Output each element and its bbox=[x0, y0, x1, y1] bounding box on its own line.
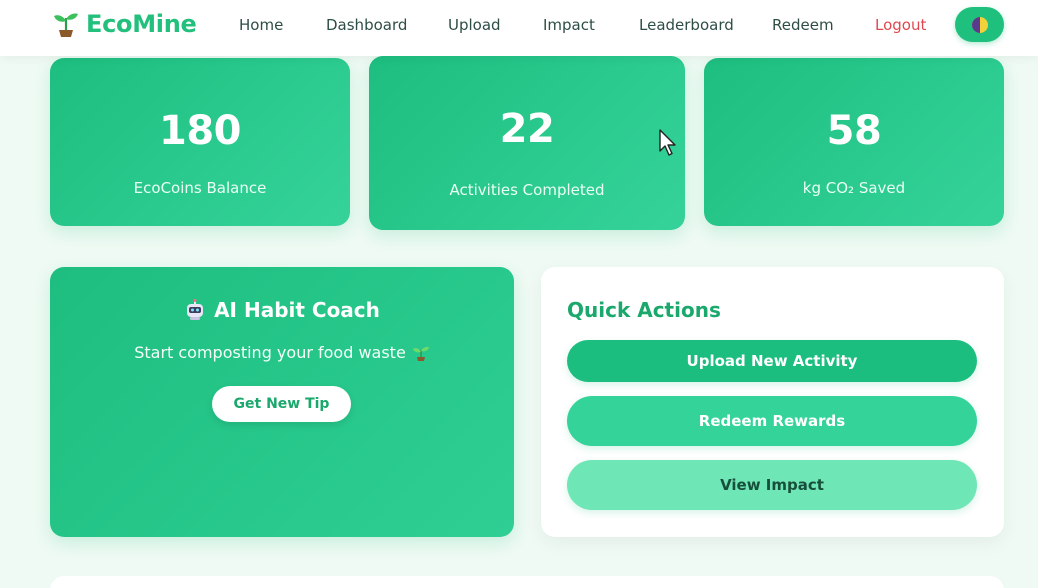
coach-title-text: AI Habit Coach bbox=[214, 298, 380, 322]
redeem-rewards-button[interactable]: Redeem Rewards bbox=[567, 396, 977, 446]
get-new-tip-button[interactable]: Get New Tip bbox=[212, 386, 351, 422]
quick-actions-title: Quick Actions bbox=[567, 298, 721, 322]
ai-habit-coach-card: AI Habit Coach Start composting your foo… bbox=[50, 267, 514, 537]
stat-card-co2: 58 kg CO₂ Saved bbox=[704, 58, 1004, 226]
stat-card-activities: 22 Activities Completed bbox=[369, 56, 685, 230]
upload-new-activity-button[interactable]: Upload New Activity bbox=[567, 340, 977, 382]
nav-upload[interactable]: Upload bbox=[448, 16, 501, 34]
navbar: EcoMine Home Dashboard Upload Impact Lea… bbox=[0, 0, 1038, 56]
stat-card-ecocoins: 180 EcoCoins Balance bbox=[50, 58, 350, 226]
sprout-icon bbox=[412, 346, 429, 361]
coach-title: AI Habit Coach bbox=[50, 298, 514, 322]
robot-icon bbox=[187, 299, 204, 320]
theme-toggle-button[interactable] bbox=[955, 7, 1004, 42]
quick-actions-card: Quick Actions Upload New Activity Redeem… bbox=[541, 267, 1004, 537]
stat-value: 180 bbox=[159, 108, 242, 154]
mouse-cursor-icon bbox=[659, 129, 676, 156]
stat-label: EcoCoins Balance bbox=[133, 179, 267, 197]
stat-value: 58 bbox=[826, 108, 882, 154]
stat-label: Activities Completed bbox=[449, 181, 605, 199]
brand-logo[interactable]: EcoMine bbox=[52, 10, 197, 38]
nav-leaderboard[interactable]: Leaderboard bbox=[639, 16, 734, 34]
nav-impact[interactable]: Impact bbox=[543, 16, 595, 34]
bottom-card bbox=[50, 576, 1004, 588]
sprout-icon bbox=[54, 13, 78, 37]
nav-dashboard[interactable]: Dashboard bbox=[326, 16, 407, 34]
stat-label: kg CO₂ Saved bbox=[802, 179, 906, 197]
nav-redeem[interactable]: Redeem bbox=[772, 16, 834, 34]
brand-name: EcoMine bbox=[86, 10, 197, 38]
coach-tip: Start composting your food waste bbox=[50, 343, 514, 362]
coach-tip-text: Start composting your food waste bbox=[134, 343, 406, 362]
theme-toggle-icon bbox=[971, 16, 988, 33]
stat-value: 22 bbox=[499, 106, 555, 152]
nav-home[interactable]: Home bbox=[239, 16, 283, 34]
nav-logout[interactable]: Logout bbox=[875, 16, 926, 34]
view-impact-button[interactable]: View Impact bbox=[567, 460, 977, 510]
